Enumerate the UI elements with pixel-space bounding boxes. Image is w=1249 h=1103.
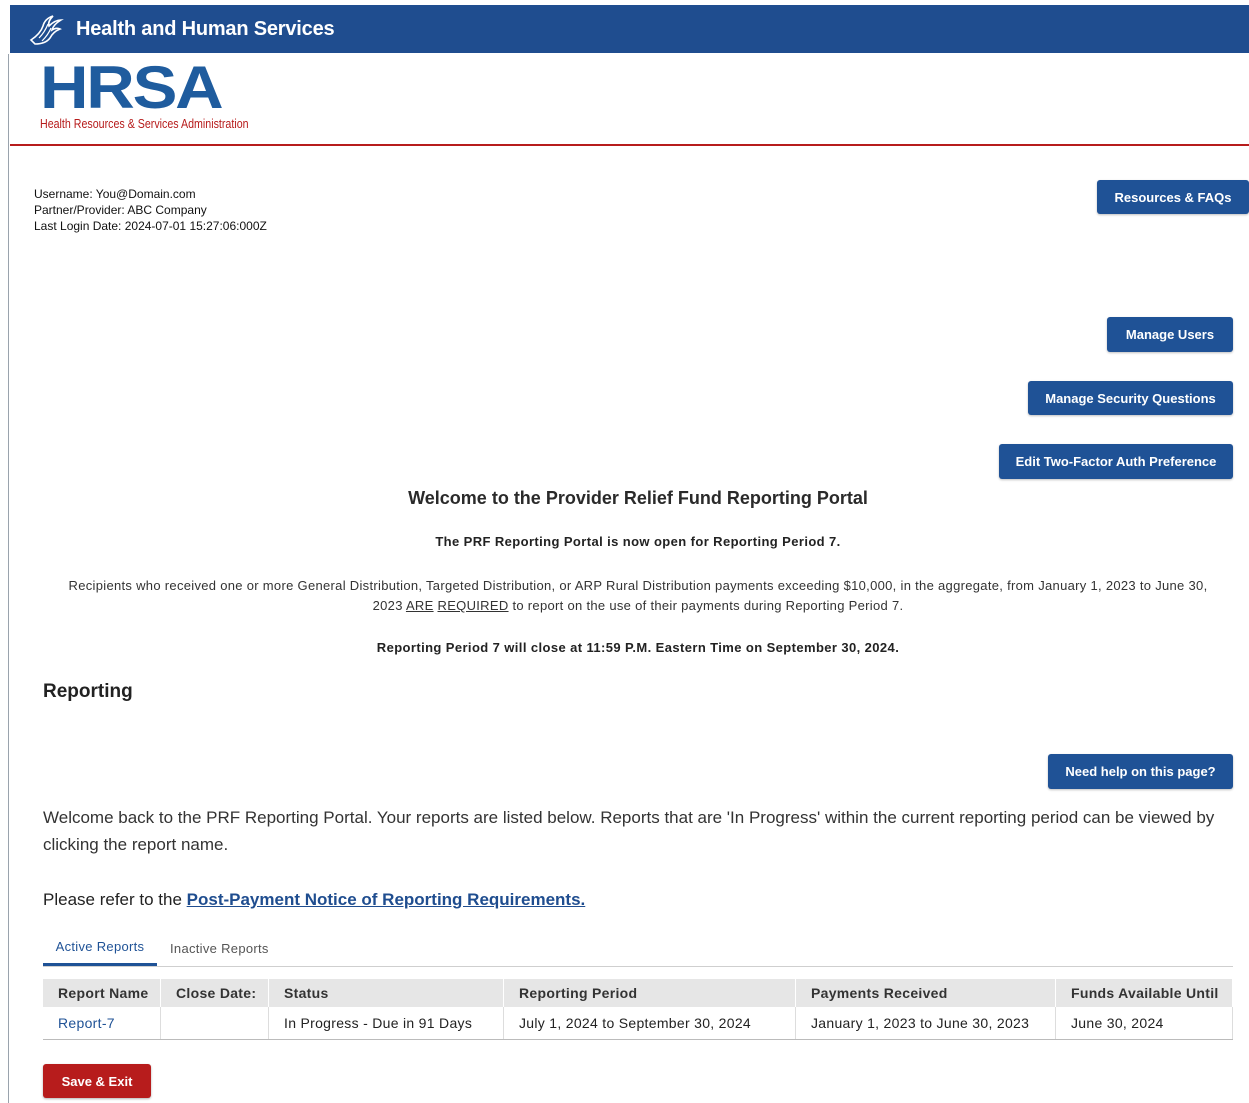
username-text: Username: You@Domain.com <box>34 187 196 201</box>
welcome-title: Welcome to the Provider Relief Fund Repo… <box>408 488 868 508</box>
header-title: Health and Human Services <box>76 17 335 40</box>
refer-line: Please refer to the Post-Payment Notice … <box>43 890 585 910</box>
tab-active-reports[interactable]: Active Reports <box>43 930 157 966</box>
table-header-row: Report Name Close Date: Status Reporting… <box>43 979 1233 1007</box>
need-help-button[interactable]: Need help on this page? <box>1048 754 1233 789</box>
column-header: Payments Received <box>795 979 1056 1007</box>
close-date-cell <box>160 1007 269 1040</box>
user-info: Username: You@Domain.com Partner/Provide… <box>34 186 267 234</box>
hhs-eagle-icon <box>24 9 68 49</box>
manage-security-questions-button[interactable]: Manage Security Questions <box>1028 381 1233 415</box>
table-row: Report-7 In Progress - Due in 91 Days Ju… <box>43 1007 1233 1040</box>
hrsa-logo-subtitle: Health Resources & Services Administrati… <box>40 116 249 131</box>
status-cell: In Progress - Due in 91 Days <box>268 1007 504 1040</box>
payments-received-cell: January 1, 2023 to June 30, 2023 <box>795 1007 1056 1040</box>
column-header: Status <box>268 979 504 1007</box>
tab-inactive-reports[interactable]: Inactive Reports <box>170 930 269 966</box>
page-frame-border <box>8 54 9 1103</box>
column-header: Reporting Period <box>503 979 796 1007</box>
reports-table: Report Name Close Date: Status Reporting… <box>43 979 1233 1040</box>
funds-available-cell: June 30, 2024 <box>1055 1007 1233 1040</box>
reporting-period-cell: July 1, 2024 to September 30, 2024 <box>503 1007 796 1040</box>
manage-users-button[interactable]: Manage Users <box>1107 317 1233 352</box>
hrsa-logo-text: HRSA <box>40 54 224 121</box>
hrsa-logo: HRSA Health Resources & Services Adminis… <box>40 58 294 132</box>
required-emphasis: REQUIRED <box>437 598 509 613</box>
last-login-text: Last Login Date: 2024-07-01 15:27:06:000… <box>34 219 267 233</box>
reporting-heading: Reporting <box>43 681 133 702</box>
report-tabs: Active Reports Inactive Reports <box>43 930 1233 967</box>
header-divider <box>10 144 1249 146</box>
partner-text: Partner/Provider: ABC Company <box>34 203 207 217</box>
post-payment-notice-link[interactable]: Post-Payment Notice of Reporting Require… <box>187 890 586 909</box>
column-header: Funds Available Until <box>1055 979 1233 1007</box>
period-close-notice: Reporting Period 7 will close at 11:59 P… <box>376 640 900 655</box>
save-exit-button[interactable]: Save & Exit <box>43 1064 151 1098</box>
edit-two-factor-button[interactable]: Edit Two-Factor Auth Preference <box>999 444 1233 479</box>
recipients-text-2: to report on the use of their payments d… <box>508 598 904 613</box>
recipients-notice: Recipients who received one or more Gene… <box>60 576 1216 616</box>
column-header: Close Date: <box>160 979 269 1007</box>
top-banner: Health and Human Services <box>10 5 1249 53</box>
welcome-back-paragraph: Welcome back to the PRF Reporting Portal… <box>43 808 1215 854</box>
refer-prefix: Please refer to the <box>43 890 187 909</box>
are-emphasis: ARE <box>405 598 434 613</box>
column-header: Report Name <box>43 979 161 1007</box>
resources-faqs-button[interactable]: Resources & FAQs <box>1097 180 1249 214</box>
report-name-link[interactable]: Report-7 <box>43 1007 161 1040</box>
portal-open-notice: The PRF Reporting Portal is now open for… <box>435 534 841 549</box>
